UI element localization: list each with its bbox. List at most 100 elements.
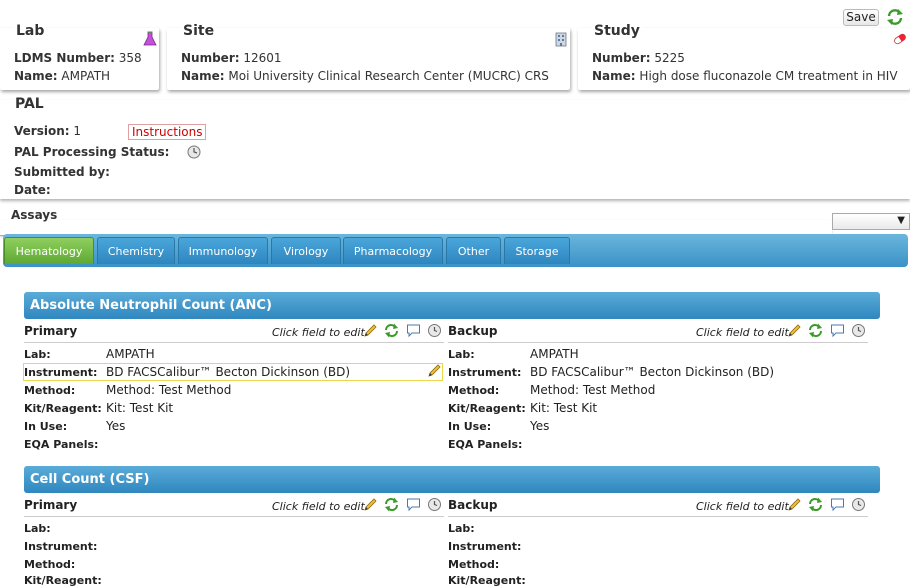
pill-icon (894, 33, 906, 45)
lab-card: Lab LDMS Number: 358 Name: AMPATH (0, 23, 159, 90)
anc-backup-eqa-label: EQA Panels: (448, 438, 523, 451)
csf-backup-divider (448, 516, 868, 517)
site-name-value: Moi University Clinical Research Center … (228, 69, 549, 83)
csf-primary-hint: Click field to edit. (272, 500, 369, 513)
lab-ldms-value: 358 (118, 51, 142, 65)
pencil-icon[interactable] (363, 323, 378, 338)
clock-icon[interactable] (851, 323, 866, 338)
section-header-anc[interactable]: Absolute Neutrophil Count (ANC) (24, 292, 880, 319)
csf-backup-instrument-label: Instrument: (448, 540, 522, 553)
refresh-icon[interactable] (808, 497, 823, 512)
clock-icon[interactable] (427, 497, 442, 512)
anc-primary-kit-label: Kit/Reagent: (24, 402, 102, 415)
study-number-value: 5225 (654, 51, 685, 65)
assays-bar: Assays (0, 208, 910, 236)
csf-backup-title: Backup (448, 498, 498, 512)
refresh-icon[interactable] (886, 8, 904, 26)
pal-panel: PAL Version: 1 Instructions PAL Processi… (0, 96, 910, 199)
pencil-icon[interactable] (787, 497, 802, 512)
refresh-icon[interactable] (384, 497, 399, 512)
anc-primary-lab-label: Lab: (24, 348, 51, 361)
anc-backup-method-value[interactable]: Method: Test Method (530, 383, 655, 397)
chevron-down-icon: ▼ (897, 215, 905, 226)
anc-primary-method-label: Method: (24, 384, 76, 397)
lab-title: Lab (14, 23, 47, 39)
csf-primary-kit-label: Kit/Reagent: (24, 574, 102, 587)
anc-primary-method-value[interactable]: Method: Test Method (106, 383, 231, 397)
anc-primary-instrument-value[interactable]: BD FACSCalibur™ Becton Dickinson (BD) (106, 365, 350, 379)
study-card: Study Number: 5225 Name: High dose fluco… (578, 23, 910, 90)
pal-status-line: PAL Processing Status: (14, 145, 169, 159)
site-number-line: Number: 12601 (181, 51, 282, 65)
pal-status-label: PAL Processing Status: (14, 145, 170, 159)
comment-icon[interactable] (830, 323, 845, 338)
tab-virology[interactable]: Virology (271, 237, 341, 264)
assay-tabs: Hematology Chemistry Immunology Virology… (3, 234, 908, 267)
study-number-label: Number: (592, 51, 651, 65)
clock-icon[interactable] (427, 323, 442, 338)
anc-backup-inuse-value[interactable]: Yes (530, 419, 549, 433)
anc-backup-kit-value[interactable]: Kit: Test Kit (530, 401, 597, 415)
pencil-icon[interactable] (787, 323, 802, 338)
save-button[interactable]: Save (843, 9, 879, 26)
csf-backup-lab-label: Lab: (448, 522, 475, 535)
pal-date-line: Date: (14, 183, 51, 197)
pencil-icon[interactable] (363, 497, 378, 512)
study-name-line: Name: High dose fluconazole CM treatment… (592, 69, 898, 83)
pal-submitted-label: Submitted by: (14, 165, 110, 179)
anc-primary-divider (24, 342, 444, 343)
pal-version-line: Version: 1 (14, 124, 81, 138)
refresh-icon[interactable] (384, 323, 399, 338)
anc-backup-inuse-label: In Use: (448, 420, 492, 433)
assays-select[interactable]: ▼ (832, 213, 910, 230)
pal-version-value: 1 (73, 124, 81, 138)
building-icon (555, 32, 567, 47)
study-title: Study (592, 23, 642, 39)
comment-icon[interactable] (830, 497, 845, 512)
site-title: Site (181, 23, 217, 39)
flask-icon (143, 31, 157, 46)
tab-hematology[interactable]: Hematology (4, 237, 94, 264)
tab-other[interactable]: Other (446, 237, 501, 264)
anc-backup-method-label: Method: (448, 384, 500, 397)
anc-backup-divider (448, 342, 868, 343)
csf-primary-instrument-label: Instrument: (24, 540, 98, 553)
anc-primary-lab-value[interactable]: AMPATH (106, 347, 155, 361)
lab-name-label: Name: (14, 69, 58, 83)
tab-immunology[interactable]: Immunology (178, 237, 268, 264)
csf-primary-lab-label: Lab: (24, 522, 51, 535)
csf-backup-kit-label: Kit/Reagent: (448, 574, 526, 587)
anc-backup-instrument-label: Instrument: (448, 366, 522, 379)
section-header-cell-count[interactable]: Cell Count (CSF) (24, 466, 880, 493)
anc-primary-eqa-label: EQA Panels: (24, 438, 99, 451)
study-name-label: Name: (592, 69, 636, 83)
tab-chemistry[interactable]: Chemistry (97, 237, 175, 264)
pal-version-label: Version: (14, 124, 70, 138)
csf-primary-method-label: Method: (24, 558, 76, 571)
pencil-icon[interactable] (427, 363, 442, 378)
lab-name-value: AMPATH (61, 69, 111, 83)
anc-backup-kit-label: Kit/Reagent: (448, 402, 526, 415)
csf-backup-method-label: Method: (448, 558, 500, 571)
anc-primary-inuse-label: In Use: (24, 420, 68, 433)
status-clock-icon[interactable] (187, 145, 201, 159)
tab-storage[interactable]: Storage (504, 237, 570, 264)
refresh-icon[interactable] (808, 323, 823, 338)
tab-pharmacology[interactable]: Pharmacology (343, 237, 443, 264)
anc-primary-inuse-value[interactable]: Yes (106, 419, 125, 433)
anc-primary-hint: Click field to edit. (272, 326, 369, 339)
anc-backup-lab-label: Lab: (448, 348, 475, 361)
study-name-value: High dose fluconazole CM treatment in HI… (639, 69, 898, 83)
assays-label: Assays (11, 208, 58, 222)
comment-icon[interactable] (406, 323, 421, 338)
anc-backup-hint: Click field to edit. (696, 326, 793, 339)
anc-primary-kit-value[interactable]: Kit: Test Kit (106, 401, 173, 415)
instructions-link[interactable]: Instructions (128, 124, 207, 140)
comment-icon[interactable] (406, 497, 421, 512)
clock-icon[interactable] (851, 497, 866, 512)
site-number-label: Number: (181, 51, 240, 65)
anc-backup-instrument-value[interactable]: BD FACSCalibur™ Becton Dickinson (BD) (530, 365, 774, 379)
csf-primary-divider (24, 516, 444, 517)
anc-backup-lab-value[interactable]: AMPATH (530, 347, 579, 361)
anc-primary-title: Primary (24, 324, 78, 338)
